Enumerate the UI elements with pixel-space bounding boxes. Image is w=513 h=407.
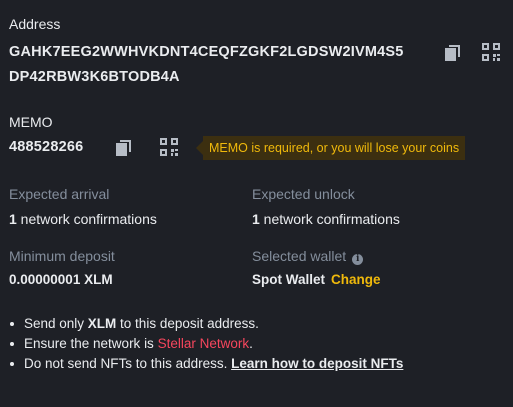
learn-deposit-nfts-link[interactable]: Learn how to deposit NFTs [231, 356, 403, 371]
note-network: Ensure the network is Stellar Network. [9, 334, 403, 354]
expected-unlock-count: 1 [252, 211, 260, 227]
expected-arrival-label: Expected arrival [9, 186, 110, 202]
address-label: Address [9, 16, 61, 32]
note2-prefix: Ensure the network is [24, 336, 158, 351]
address-qr-code-icon[interactable] [480, 41, 502, 63]
note1-suffix: to this deposit address. [116, 316, 259, 331]
minimum-deposit-value: 0.00000001 XLM [9, 272, 113, 287]
expected-unlock-value: 1 network confirmations [252, 211, 400, 227]
expected-unlock-label: Expected unlock [252, 186, 355, 202]
note1-prefix: Send only [24, 316, 88, 331]
deposit-notes-list: Send only XLM to this deposit address. E… [9, 314, 403, 374]
note-nfts: Do not send NFTs to this address. Learn … [9, 354, 403, 374]
memo-qr-code-icon[interactable] [158, 136, 180, 158]
selected-wallet-label-row: Selected wallet i [252, 248, 364, 265]
minimum-deposit-label: Minimum deposit [9, 248, 115, 264]
address-line-2: DP42RBW3K6BTODB4A [9, 69, 180, 85]
deposit-address: GAHK7EEG2WWHVKDNT4CEQFZGKF2LGDSW2IVM4S5 … [9, 40, 429, 90]
note-send-only: Send only XLM to this deposit address. [9, 314, 403, 334]
copy-memo-icon[interactable] [113, 137, 135, 159]
memo-warning-tooltip: MEMO is required, or you will lose your … [203, 136, 466, 160]
memo-label: MEMO [9, 114, 53, 130]
note3-prefix: Do not send NFTs to this address. [24, 356, 232, 371]
copy-address-icon[interactable] [442, 42, 464, 64]
network-name: Stellar Network [157, 336, 250, 351]
selected-wallet-value-row: Spot Wallet Change [252, 272, 381, 287]
change-wallet-link[interactable]: Change [331, 272, 381, 287]
note1-coin: XLM [87, 316, 117, 331]
address-line-1: GAHK7EEG2WWHVKDNT4CEQFZGKF2LGDSW2IVM4S5 [9, 44, 404, 60]
memo-warning-pointer [196, 141, 203, 155]
note2-suffix: . [249, 336, 253, 351]
memo-value: 488528266 [9, 139, 84, 155]
expected-unlock-unit: network confirmations [259, 211, 400, 227]
expected-arrival-value: 1 network confirmations [9, 211, 157, 227]
expected-arrival-count: 1 [9, 211, 17, 227]
selected-wallet-value: Spot Wallet [252, 272, 325, 287]
selected-wallet-label: Selected wallet [252, 248, 347, 264]
info-icon[interactable]: i [352, 254, 364, 265]
expected-arrival-unit: network confirmations [16, 211, 157, 227]
